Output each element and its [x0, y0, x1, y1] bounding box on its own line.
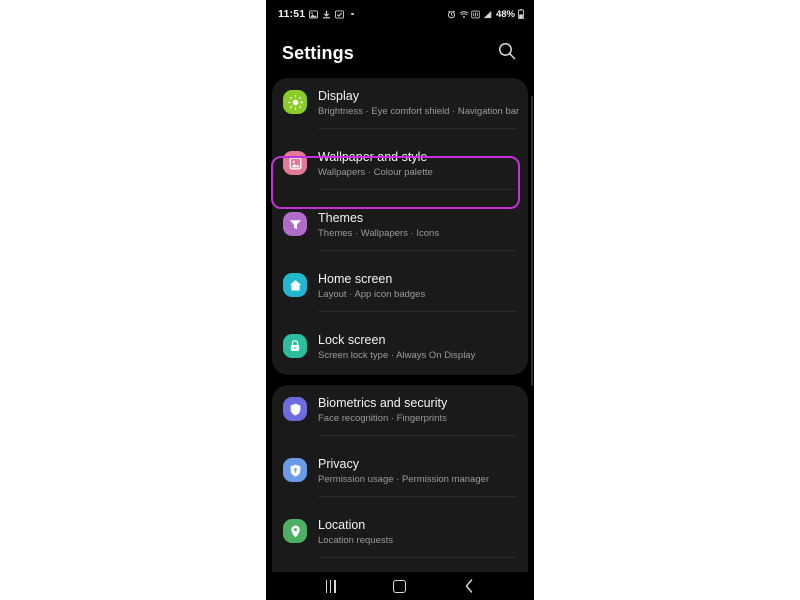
brightness-icon [283, 90, 307, 114]
search-button[interactable] [496, 42, 518, 64]
row-subtitle: Wallpapers · Colour palette [318, 167, 433, 178]
wallpaper-icon [283, 151, 307, 175]
row-title: Location [318, 518, 366, 532]
status-bar-right: 48% [447, 9, 524, 20]
home-button[interactable] [383, 575, 417, 597]
row-text: Home screen Layout · App icon badges [318, 271, 516, 312]
status-time: 11:51 [278, 8, 306, 20]
themes-icon [283, 212, 307, 236]
screenshot-icon [335, 9, 345, 19]
row-title: Home screen [318, 272, 393, 286]
navigation-bar [266, 572, 534, 600]
row-title: Themes [318, 211, 364, 225]
location-pin-icon [283, 519, 307, 543]
row-text: Biometrics and security Face recognition … [318, 395, 516, 436]
row-text: Themes Themes · Wallpapers · Icons [318, 210, 516, 251]
download-icon [322, 10, 331, 19]
phone-screen: 11:51 48% Settings Display Brightness · … [266, 0, 534, 600]
lock-icon [283, 334, 307, 358]
row-subtitle: Layout · App icon badges [318, 289, 426, 300]
row-subtitle: Screen lock type · Always On Display [318, 350, 476, 361]
alarm-icon [447, 10, 456, 19]
row-text: Wallpaper and style Wallpapers · Colour p… [318, 149, 516, 190]
recents-icon [325, 579, 336, 593]
back-icon [463, 578, 475, 594]
row-title: Display [318, 89, 359, 103]
scrollbar[interactable] [531, 96, 533, 386]
screenshot-canvas: 11:51 48% Settings Display Brightness · … [0, 0, 800, 600]
row-title: Biometrics and security [318, 396, 448, 410]
battery-percent: 48% [495, 8, 515, 20]
row-subtitle: Permission usage · Permission manager [318, 474, 490, 485]
row-text: Privacy Permission usage · Permission man… [318, 456, 516, 497]
search-icon [497, 41, 517, 66]
back-button[interactable] [452, 575, 486, 597]
settings-row-location[interactable]: Location Location requests [272, 507, 528, 568]
settings-row-home-screen[interactable]: Home screen Layout · App icon badges [272, 261, 528, 322]
row-title: Lock screen [318, 333, 386, 347]
settings-row-wallpaper-and-style[interactable]: Wallpaper and style Wallpapers · Colour p… [272, 139, 528, 200]
page-header: Settings [266, 28, 534, 78]
security-group: Biometrics and security Face recognition … [272, 385, 528, 600]
home-icon [283, 273, 307, 297]
status-bar-left: 11:51 [278, 8, 354, 20]
signal-icon [483, 10, 492, 19]
settings-row-display[interactable]: Display Brightness · Eye comfort shield ·… [272, 78, 528, 139]
row-text: Location Location requests [318, 517, 516, 558]
settings-row-biometrics-and-security[interactable]: Biometrics and security Face recognition … [272, 385, 528, 446]
row-text: Display Brightness · Eye comfort shield ·… [318, 88, 520, 129]
settings-row-privacy[interactable]: Privacy Permission usage · Permission man… [272, 446, 528, 507]
shield-icon [283, 397, 307, 421]
display-group: Display Brightness · Eye comfort shield ·… [272, 78, 528, 375]
row-subtitle: Brightness · Eye comfort shield · Naviga… [318, 106, 520, 117]
page-title: Settings [282, 42, 354, 63]
row-subtitle: Themes · Wallpapers · Icons [318, 228, 440, 239]
shield-lock-icon [283, 458, 307, 482]
battery-icon [518, 9, 524, 19]
status-bar: 11:51 48% [266, 0, 534, 28]
status-dot-separator [351, 12, 354, 16]
recents-button[interactable] [314, 575, 348, 597]
home-icon [393, 579, 407, 593]
row-title: Wallpaper and style [318, 150, 428, 164]
wifi-icon [459, 10, 469, 19]
row-subtitle: Face recognition · Fingerprints [318, 413, 447, 424]
settings-row-themes[interactable]: Themes Themes · Wallpapers · Icons [272, 200, 528, 261]
row-text: Lock screen Screen lock type · Always On … [318, 332, 516, 365]
nfc-icon [471, 10, 480, 19]
row-title: Privacy [318, 457, 359, 471]
row-subtitle: Location requests [318, 535, 393, 546]
image-icon [309, 9, 319, 19]
settings-list[interactable]: Display Brightness · Eye comfort shield ·… [266, 78, 534, 600]
settings-row-lock-screen[interactable]: Lock screen Screen lock type · Always On … [272, 322, 528, 375]
